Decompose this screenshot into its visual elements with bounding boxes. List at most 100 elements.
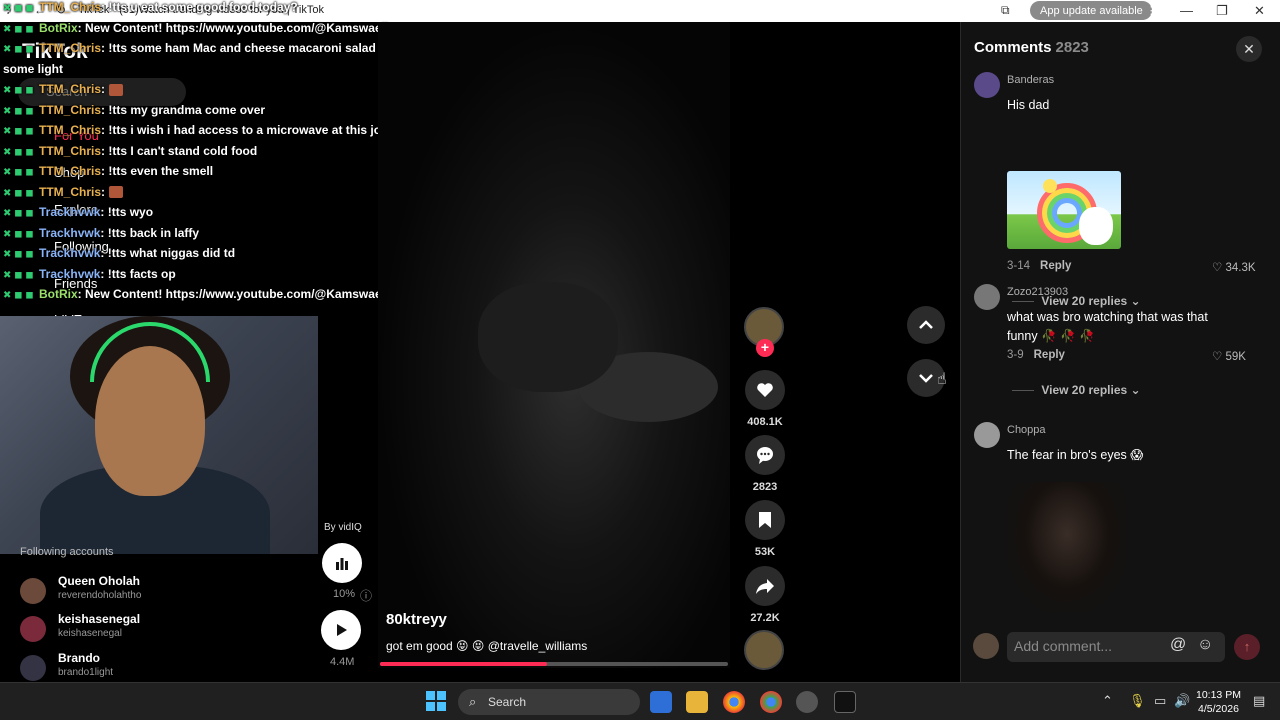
- avatar[interactable]: [974, 72, 1000, 98]
- chat-message: : !tts some ham Mac and cheese macaroni …: [101, 41, 426, 55]
- comment-sticker-image: [1007, 171, 1121, 249]
- follow-plus-icon[interactable]: +: [756, 339, 774, 357]
- close-window-icon[interactable]: ✕: [1254, 3, 1265, 19]
- account-handle: keishasenegal: [58, 628, 122, 639]
- comment-username[interactable]: Banderas: [1007, 74, 1054, 86]
- chat-message: : !tts even the smell: [101, 164, 214, 178]
- view-replies-button[interactable]: View 20 replies ⌄: [1012, 383, 1141, 397]
- bar-chart-icon: [336, 558, 348, 570]
- chat-username: TTM_Chris: [39, 82, 102, 96]
- taskbar-search[interactable]: ⌕ Search: [458, 689, 640, 715]
- chat-message: : !tts I can't stand cold food: [101, 143, 258, 158]
- comment-button[interactable]: [745, 435, 785, 475]
- save-button[interactable]: [745, 500, 785, 540]
- chat-username: BotRix: [39, 287, 78, 301]
- share-button[interactable]: [745, 566, 785, 606]
- search-icon: ⌕: [469, 694, 477, 709]
- comment-count: 2823: [752, 481, 778, 493]
- like-action[interactable]: 408.1K: [744, 370, 786, 428]
- comment-bubble-icon: [757, 447, 773, 464]
- chat-line: ✖ ◼ ◼ TTM_Chris: !tts even the smell: [3, 164, 213, 178]
- volume-icon[interactable]: 🔊: [1174, 693, 1190, 709]
- mention-icon[interactable]: @: [1170, 636, 1186, 654]
- previous-video-button[interactable]: [907, 306, 945, 344]
- following-account[interactable]: Brando brando1light: [20, 651, 320, 685]
- send-comment-button[interactable]: ↑: [1234, 634, 1260, 660]
- windows-start-icon[interactable]: [426, 691, 446, 711]
- chat-badges-icon: ✖ ◼ ◼: [3, 44, 34, 55]
- clock-time: 10:13 PM: [1196, 689, 1241, 701]
- chat-username: TTM_Chris: [39, 123, 102, 137]
- play-button[interactable]: [321, 610, 361, 650]
- app-update-button[interactable]: App update available ⋮: [1030, 1, 1157, 20]
- comment-action[interactable]: 2823: [744, 435, 786, 493]
- chrome-profile-icon[interactable]: [760, 691, 782, 713]
- following-account[interactable]: keishasenegal keishasenegal: [20, 612, 320, 646]
- restore-icon[interactable]: ❐: [1216, 3, 1228, 19]
- comment-likes[interactable]: ♡ 59K: [1212, 349, 1246, 363]
- chat-username: TTM_Chris: [39, 0, 102, 14]
- chat-message: : !tts what niggas did td: [100, 246, 236, 260]
- close-comments-icon[interactable]: ✕: [1236, 36, 1262, 62]
- avatar[interactable]: [974, 422, 1000, 448]
- share-action[interactable]: 27.2K: [744, 566, 786, 624]
- chrome-icon[interactable]: [723, 691, 745, 713]
- clock-date: 4/5/2026: [1198, 703, 1239, 715]
- chat-badges-icon: ✖ ◼ ◼: [3, 23, 34, 35]
- save-action[interactable]: 53K: [744, 500, 786, 558]
- reply-button[interactable]: Reply: [1034, 349, 1065, 361]
- chat-username: Trackhvwk: [39, 225, 101, 240]
- minimize-icon[interactable]: —: [1180, 3, 1193, 18]
- info-icon[interactable]: ⓘ: [360, 587, 372, 604]
- video-author[interactable]: 80ktreyy: [386, 611, 447, 628]
- settings-gear-icon[interactable]: [796, 691, 818, 713]
- account-handle: brando1light: [58, 667, 114, 678]
- view-replies-label: View 20 replies: [1041, 383, 1128, 397]
- taskbar-clock[interactable]: 10:13 PM 4/5/2026: [1196, 688, 1241, 716]
- comment-likes[interactable]: ♡ 34.3K: [1212, 260, 1256, 274]
- tray-chevron-icon[interactable]: ⌃: [1102, 693, 1113, 709]
- chat-line: ✖ ◼ ◼ Trackhvwk: !tts wyo: [3, 205, 153, 219]
- avatar: [20, 578, 46, 604]
- tiktok-app-icon[interactable]: [834, 691, 856, 713]
- chat-message: : !tts u eat some good food today?: [101, 0, 298, 14]
- chat-message: : !tts facts op: [100, 266, 176, 281]
- avatar: [20, 616, 46, 642]
- comment-date: 3-14: [1007, 260, 1031, 272]
- notifications-icon[interactable]: ▤: [1253, 693, 1265, 709]
- chat-badges-icon: ✖ ◼ ◼: [3, 269, 34, 281]
- chat-username: TTM_Chris: [39, 41, 102, 55]
- comments-title: Comments 2823: [974, 39, 1089, 56]
- comment-username[interactable]: Choppa: [1007, 424, 1046, 436]
- video-progress-bar[interactable]: [380, 662, 728, 666]
- app-update-label: App update available: [1040, 5, 1143, 17]
- comment-date: 3-9: [1007, 349, 1024, 361]
- store-app-icon[interactable]: [650, 691, 672, 713]
- comment-video-thumbnail[interactable]: [1007, 482, 1127, 612]
- chat-message: : !tts my grandma come over: [101, 102, 266, 117]
- share-count: 27.2K: [750, 612, 780, 624]
- account-name: keishasenegal: [58, 612, 141, 626]
- following-account[interactable]: Queen Oholah reverendoholahtho: [20, 574, 320, 608]
- chat-line: ✖ ◼ ◼ BotRix: New Content! https://www.yo…: [3, 21, 402, 35]
- chat-line: ✖ ◼ ◼ TTM_Chris: !tts my grandma come ove…: [3, 103, 265, 117]
- music-disc-avatar[interactable]: [744, 630, 784, 670]
- chat-badges-icon: ✖ ◼ ◼: [3, 249, 34, 260]
- vidiq-percent: 10%: [333, 588, 356, 600]
- avatar[interactable]: [974, 284, 1000, 310]
- comment-username[interactable]: Zozo213903: [1007, 286, 1068, 298]
- network-icon[interactable]: ▭: [1154, 693, 1166, 709]
- comments-panel: Comments 2823 ✕ Banderas His dad 3-14 Repl…: [960, 22, 1280, 682]
- vidiq-stats-button[interactable]: [322, 543, 362, 583]
- share-arrow-icon: [756, 579, 774, 594]
- chat-badges-icon: ✖ ◼ ◼: [3, 3, 34, 14]
- microphone-icon[interactable]: 🎙: [1129, 693, 1146, 709]
- emoji-icon[interactable]: ☺: [1197, 636, 1213, 654]
- reply-button[interactable]: Reply: [1040, 260, 1071, 272]
- stream-chat-overlay: ✖ ◼ ◼ TTM_Chris: !tts u eat some good foo…: [0, 0, 425, 320]
- extensions-icon[interactable]: ⧉: [1001, 3, 1010, 18]
- like-button[interactable]: [745, 370, 785, 410]
- chat-line: ✖ ◼ ◼ TTM_Chris: !tts some ham Mac and ch…: [3, 41, 425, 55]
- file-explorer-icon[interactable]: [686, 691, 708, 713]
- video-player[interactable]: [378, 22, 730, 668]
